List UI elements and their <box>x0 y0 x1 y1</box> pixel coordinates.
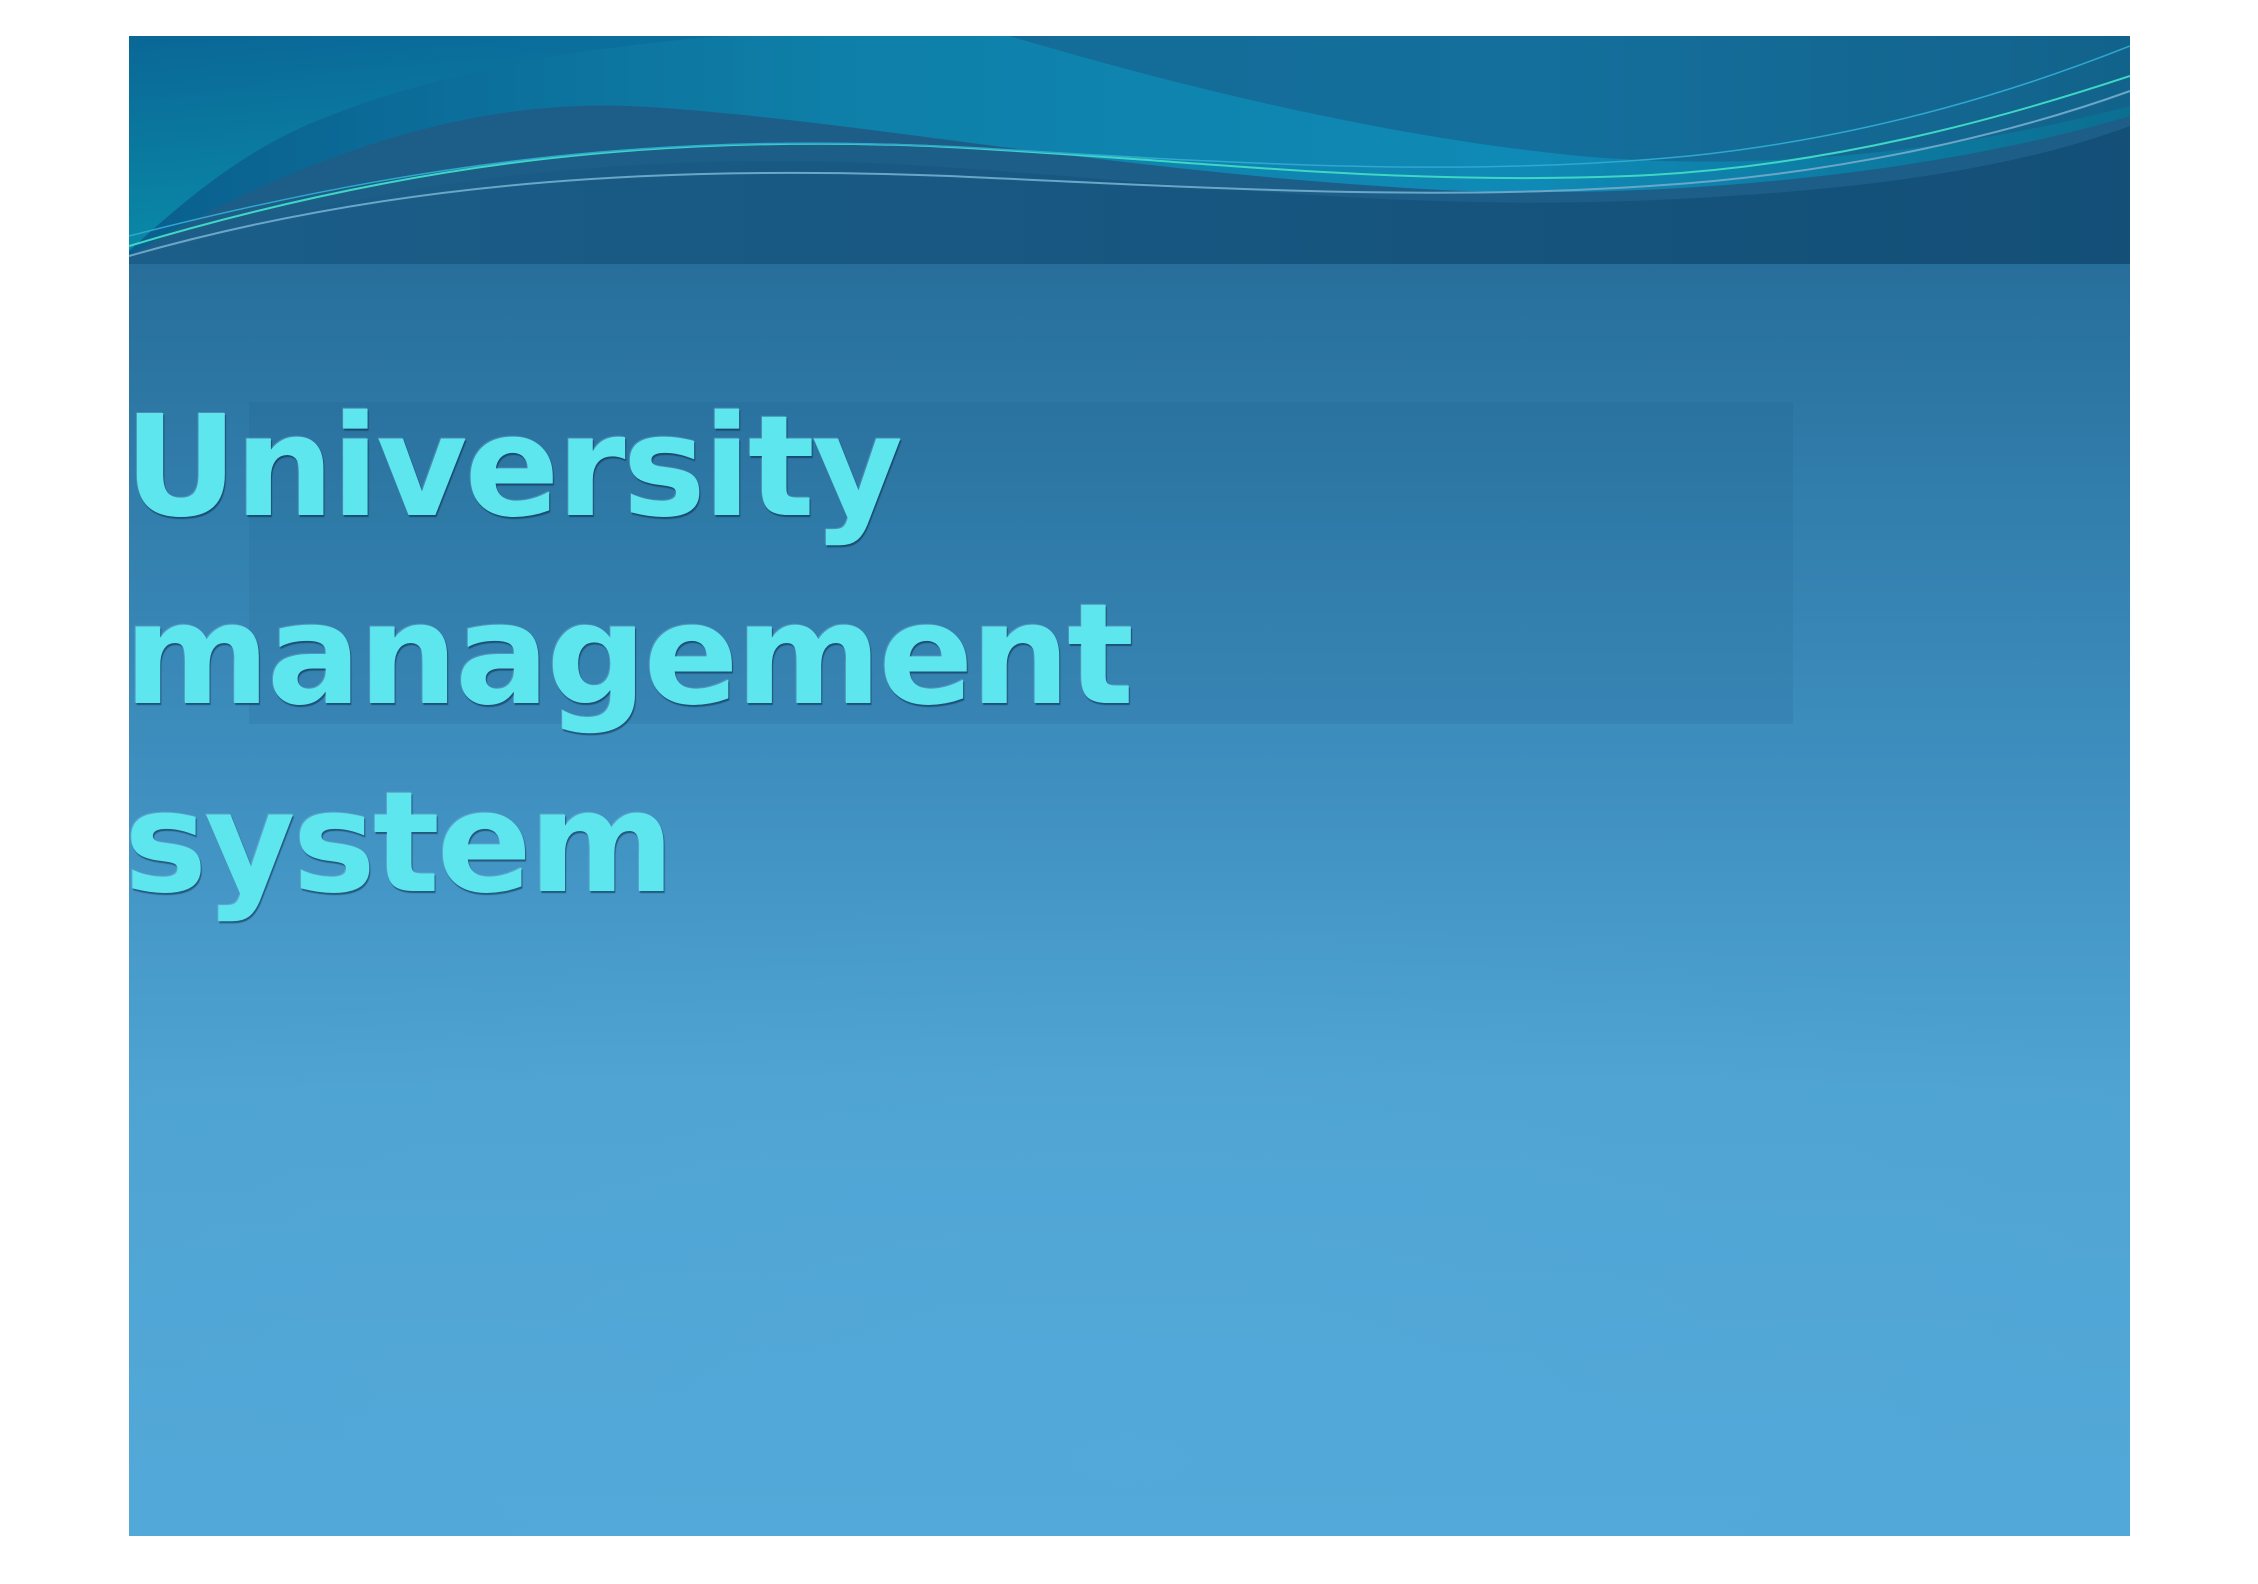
header-wave-decoration <box>129 36 2130 264</box>
slide-title: University management system <box>124 386 1134 925</box>
